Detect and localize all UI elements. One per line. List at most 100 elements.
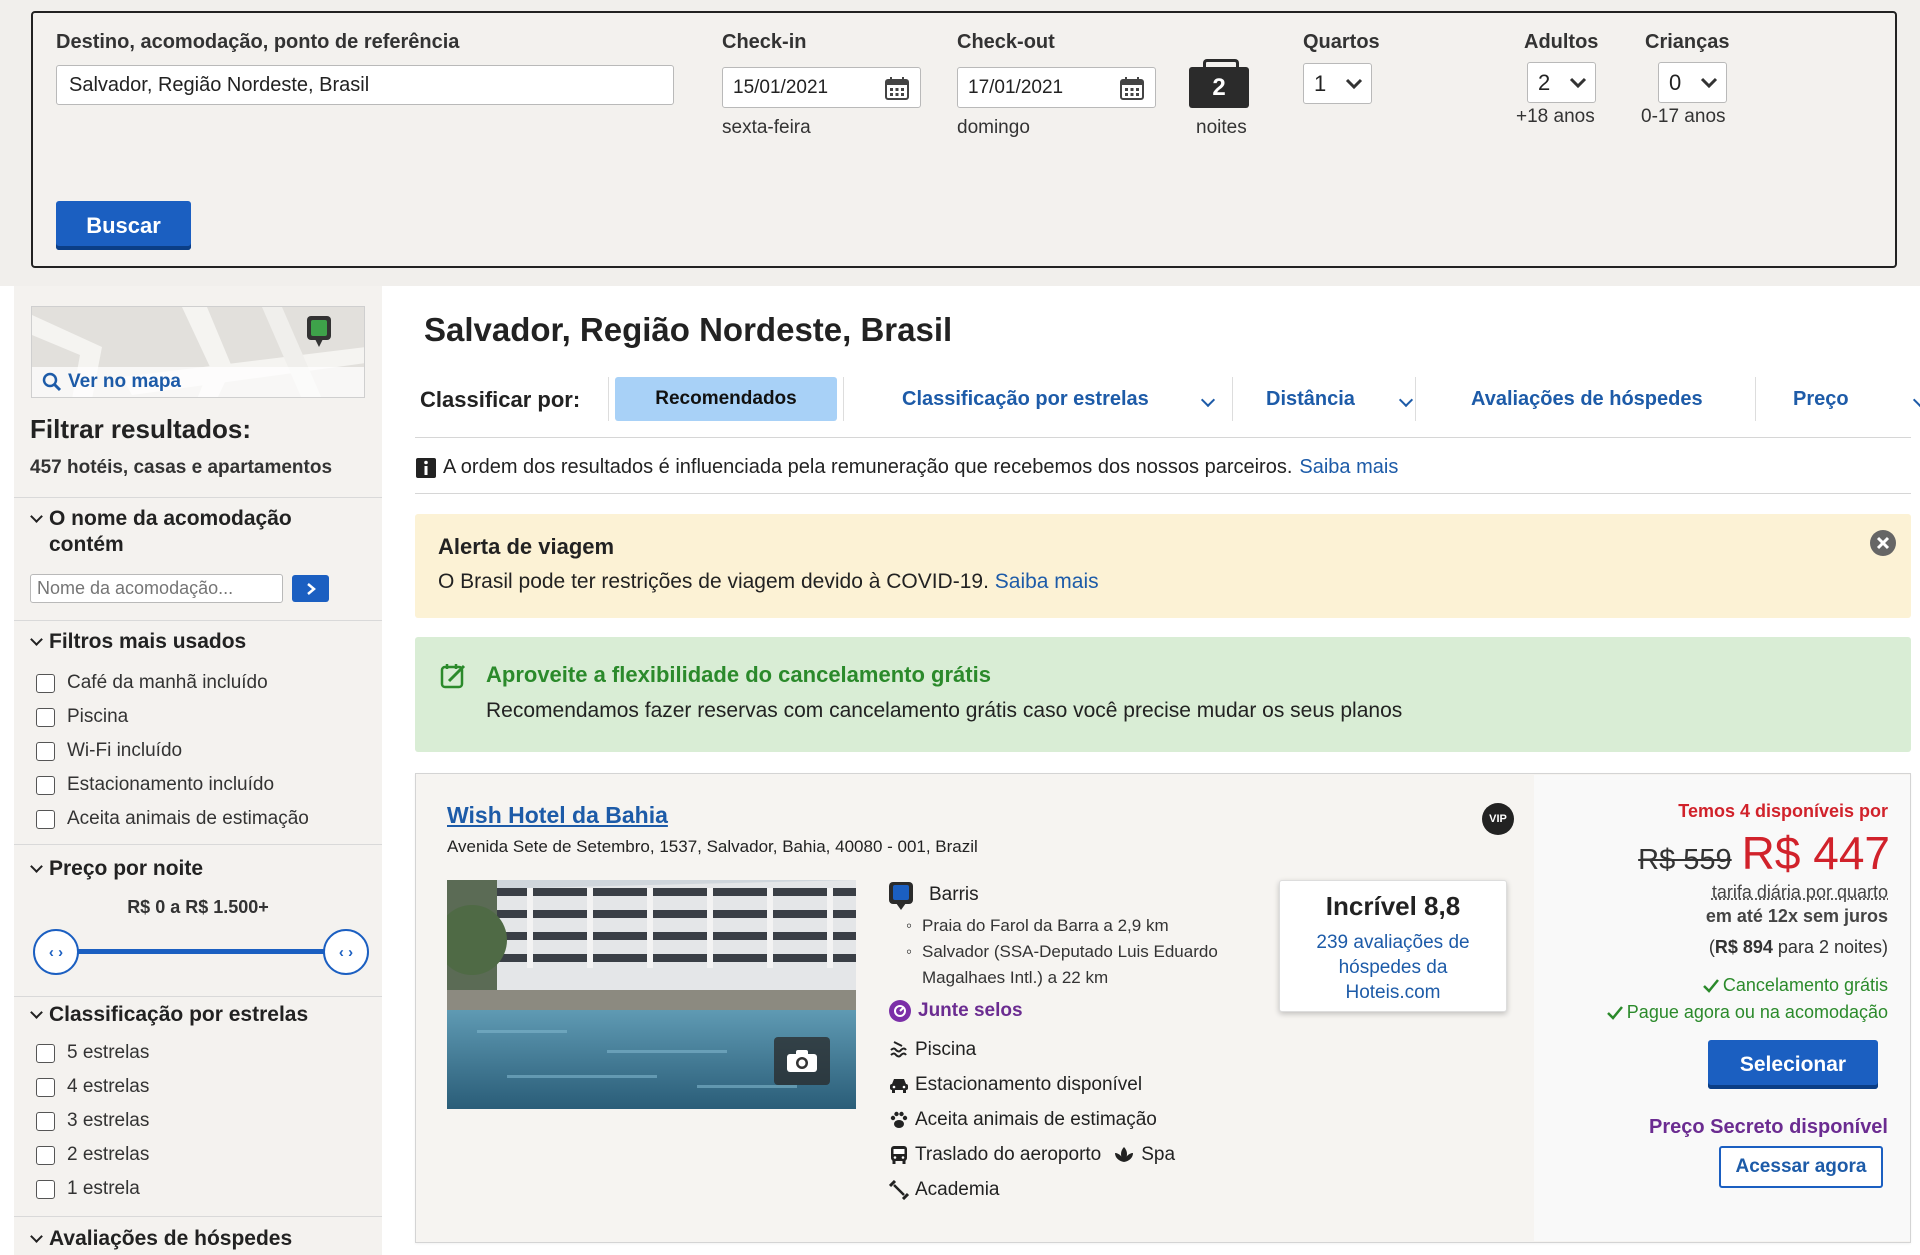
sort-recommended[interactable]: Recomendados: [615, 377, 837, 421]
free-cancellation-banner: [415, 637, 1911, 752]
amenity-parking: Estacionamento disponível: [889, 1074, 1142, 1096]
filter-wifi[interactable]: Wi-Fi incluído: [36, 734, 309, 768]
checkbox[interactable]: [36, 1145, 55, 1165]
total-price: (R$ 894 para 2 noites): [1708, 937, 1888, 957]
pay-option-badge: Pague agora ou na acomodação: [1606, 1002, 1888, 1023]
close-icon[interactable]: [1869, 529, 1897, 557]
photo-gallery-button[interactable]: [774, 1037, 830, 1085]
checkbox[interactable]: [36, 809, 55, 829]
checkout-input[interactable]: 17/01/2021: [957, 67, 1156, 108]
chevron-down-icon: [1200, 392, 1216, 408]
travel-alert: [415, 514, 1911, 618]
amenity-pool: Piscina: [889, 1039, 976, 1061]
checkin-input[interactable]: 15/01/2021: [722, 67, 921, 108]
rooms-select[interactable]: 1: [1303, 63, 1372, 104]
rewards-info: Junte selos: [888, 999, 1023, 1023]
checkin-value: 15/01/2021: [733, 76, 829, 98]
filter-label: 1 estrela: [67, 1178, 140, 1199]
filter-parking[interactable]: Estacionamento incluído: [36, 768, 309, 802]
checkbox[interactable]: [36, 1179, 55, 1199]
divider: [14, 497, 382, 498]
sort-star-rating[interactable]: Classificação por estrelas: [902, 388, 1149, 411]
amenity-label: Spa: [1141, 1144, 1176, 1165]
checkout-label: Check-out: [957, 31, 1055, 53]
filter-5-stars[interactable]: 5 estrelas: [36, 1036, 149, 1070]
filter-1-star[interactable]: 1 estrela: [36, 1172, 149, 1206]
calendar-icon[interactable]: [884, 75, 910, 101]
filter-3-stars[interactable]: 3 estrelas: [36, 1104, 149, 1138]
access-now-button[interactable]: Acessar agora: [1719, 1146, 1883, 1188]
landmark-item: ◦ Salvador (SSA-Deputado Luis Eduardo Mag…: [906, 939, 1246, 991]
destination-input[interactable]: [56, 65, 674, 105]
popular-filters-toggle[interactable]: Filtros mais usados: [30, 630, 246, 654]
sort-price[interactable]: Preço: [1793, 388, 1849, 411]
sort-label: Classificar por:: [420, 387, 581, 412]
free-cancellation-text: Recomendamos fazer reservas com cancelam…: [486, 699, 1403, 722]
adults-select[interactable]: 2: [1527, 62, 1596, 103]
map-preview[interactable]: Ver no mapa: [31, 306, 365, 398]
property-name-input[interactable]: [30, 574, 283, 603]
children-value: 0: [1669, 69, 1682, 95]
search-button[interactable]: Buscar: [56, 201, 191, 250]
checkbox[interactable]: [36, 707, 55, 727]
chevron-down-icon: [30, 633, 43, 646]
divider: [415, 493, 1911, 494]
rating-box[interactable]: Incrível 8,8 239 avaliações de hóspedes …: [1279, 880, 1507, 1012]
travel-alert-link[interactable]: Saiba mais: [995, 570, 1099, 593]
chevron-down-icon: [1700, 77, 1718, 88]
select-hotel-button[interactable]: Selecionar: [1708, 1040, 1878, 1089]
landmark-text: Praia do Farol da Barra a 2,9 km: [922, 916, 1169, 935]
checkbox[interactable]: [36, 741, 55, 761]
checkout-day: domingo: [957, 117, 1030, 138]
filter-label: 2 estrelas: [67, 1144, 150, 1165]
name-search-button[interactable]: [292, 575, 329, 602]
filter-2-stars[interactable]: 2 estrelas: [36, 1138, 149, 1172]
filter-pets[interactable]: Aceita animais de estimação: [36, 802, 309, 836]
check-icon: [1703, 978, 1719, 993]
checkbox[interactable]: [36, 1077, 55, 1097]
stars-filter-toggle[interactable]: Classificação por estrelas: [30, 1003, 308, 1027]
filter-4-stars[interactable]: 4 estrelas: [36, 1070, 149, 1104]
rating-reviews-link[interactable]: 239 avaliações de hóspedes da Hoteis.com: [1294, 930, 1492, 1005]
travel-alert-text: O Brasil pode ter restrições de viagem d…: [438, 570, 989, 593]
amenity-label: Aceita animais de estimação: [915, 1109, 1157, 1130]
price-slider-min-handle[interactable]: ‹ ›: [33, 929, 79, 975]
ranking-notice-link[interactable]: Saiba mais: [1299, 456, 1398, 479]
price-filter-toggle[interactable]: Preço por noite: [30, 857, 203, 881]
current-price: R$ 447: [1741, 827, 1890, 879]
filter-label: Wi-Fi incluído: [67, 740, 183, 761]
paw-icon: [890, 1111, 908, 1128]
availability-text: Temos 4 disponíveis por: [1678, 801, 1888, 821]
price-slider-track[interactable]: [56, 949, 346, 954]
checkbox[interactable]: [36, 1111, 55, 1131]
reviews-filter-toggle[interactable]: Avaliações de hóspedes: [30, 1227, 293, 1251]
checkbox[interactable]: [36, 775, 55, 795]
nights-label: noites: [1196, 117, 1247, 138]
checkbox[interactable]: [36, 673, 55, 693]
bus-icon: [891, 1146, 907, 1164]
filter-breakfast[interactable]: Café da manhã incluído: [36, 666, 309, 700]
chevron-down-icon: [30, 1006, 43, 1019]
name-filter-toggle[interactable]: O nome da acomodação contém: [30, 506, 322, 558]
filter-label: Aceita animais de estimação: [67, 808, 309, 829]
checkbox[interactable]: [36, 1043, 55, 1063]
calendar-icon[interactable]: [1119, 75, 1145, 101]
divider: [415, 437, 1911, 438]
price-range: R$ 0 a R$ 1.500+: [127, 897, 269, 917]
sort-guest-reviews[interactable]: Avaliações de hóspedes: [1471, 388, 1703, 411]
reviews-filter-heading: Avaliações de hóspedes: [49, 1227, 293, 1250]
hotel-name-link[interactable]: Wish Hotel da Bahia: [447, 802, 668, 829]
old-price: R$ 559: [1638, 844, 1732, 876]
filter-title: Filtrar resultados:: [30, 414, 252, 444]
sort-option-label: Classificação por estrelas: [902, 388, 1149, 410]
price-slider-max-handle[interactable]: ‹ ›: [323, 929, 369, 975]
divider: [1415, 377, 1416, 421]
sort-distance[interactable]: Distância: [1266, 388, 1355, 411]
filter-pool[interactable]: Piscina: [36, 700, 309, 734]
rooms-value: 1: [1314, 70, 1327, 96]
children-select[interactable]: 0: [1658, 62, 1727, 103]
hotel-photo[interactable]: [447, 880, 856, 1109]
map-link[interactable]: Ver no mapa: [32, 367, 364, 397]
free-cancellation-title: Aproveite a flexibilidade do cancelament…: [486, 662, 991, 687]
search-icon: [42, 372, 62, 392]
